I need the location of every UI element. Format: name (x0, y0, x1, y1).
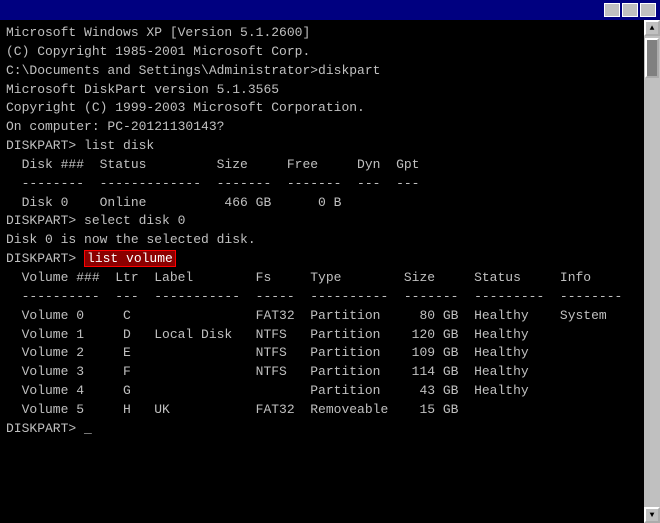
terminal-line: Disk ### Status Size Free Dyn Gpt (6, 156, 638, 175)
terminal-line: Microsoft DiskPart version 5.1.3565 (6, 81, 638, 100)
terminal-line: Disk 0 Online 466 GB 0 B (6, 194, 638, 213)
highlight-line: DISKPART> list volume (6, 250, 638, 269)
terminal-line: (C) Copyright 1985-2001 Microsoft Corp. (6, 43, 638, 62)
terminal-line: C:\Documents and Settings\Administrator>… (6, 62, 638, 81)
scrollbar[interactable]: ▲ ▼ (644, 20, 660, 523)
scroll-thumb[interactable] (645, 38, 659, 78)
scroll-down-button[interactable]: ▼ (644, 507, 660, 523)
volume-table-line: Volume 0 C FAT32 Partition 80 GB Healthy… (6, 307, 638, 326)
title-bar (0, 0, 660, 20)
terminal-line: Microsoft Windows XP [Version 5.1.2600] (6, 24, 638, 43)
terminal-line: Disk 0 is now the selected disk. (6, 231, 638, 250)
volume-table-line: Volume ### Ltr Label Fs Type Size Status… (6, 269, 638, 288)
volume-table-line: Volume 4 G Partition 43 GB Healthy (6, 382, 638, 401)
scroll-up-button[interactable]: ▲ (644, 20, 660, 36)
volume-table-line: ---------- --- ----------- ----- -------… (6, 288, 638, 307)
terminal-line: -------- ------------- ------- ------- -… (6, 175, 638, 194)
terminal-line: Copyright (C) 1999-2003 Microsoft Corpor… (6, 99, 638, 118)
title-bar-controls (604, 3, 656, 17)
terminal-line: DISKPART> select disk 0 (6, 212, 638, 231)
terminal-line: On computer: PC-20121130143? (6, 118, 638, 137)
final-prompt: DISKPART> _ (6, 420, 638, 439)
volume-table-line: Volume 1 D Local Disk NTFS Partition 120… (6, 326, 638, 345)
volume-table-line: Volume 3 F NTFS Partition 114 GB Healthy (6, 363, 638, 382)
terminal-content: Microsoft Windows XP [Version 5.1.2600](… (0, 20, 644, 443)
terminal-window: Microsoft Windows XP [Version 5.1.2600](… (0, 0, 660, 523)
close-button[interactable] (640, 3, 656, 17)
minimize-button[interactable] (604, 3, 620, 17)
volume-table-line: Volume 5 H UK FAT32 Removeable 15 GB (6, 401, 638, 420)
highlighted-command: list volume (84, 250, 176, 267)
volume-table-line: Volume 2 E NTFS Partition 109 GB Healthy (6, 344, 638, 363)
diskpart-prompt: DISKPART> (6, 251, 84, 266)
terminal-line: DISKPART> list disk (6, 137, 638, 156)
maximize-button[interactable] (622, 3, 638, 17)
